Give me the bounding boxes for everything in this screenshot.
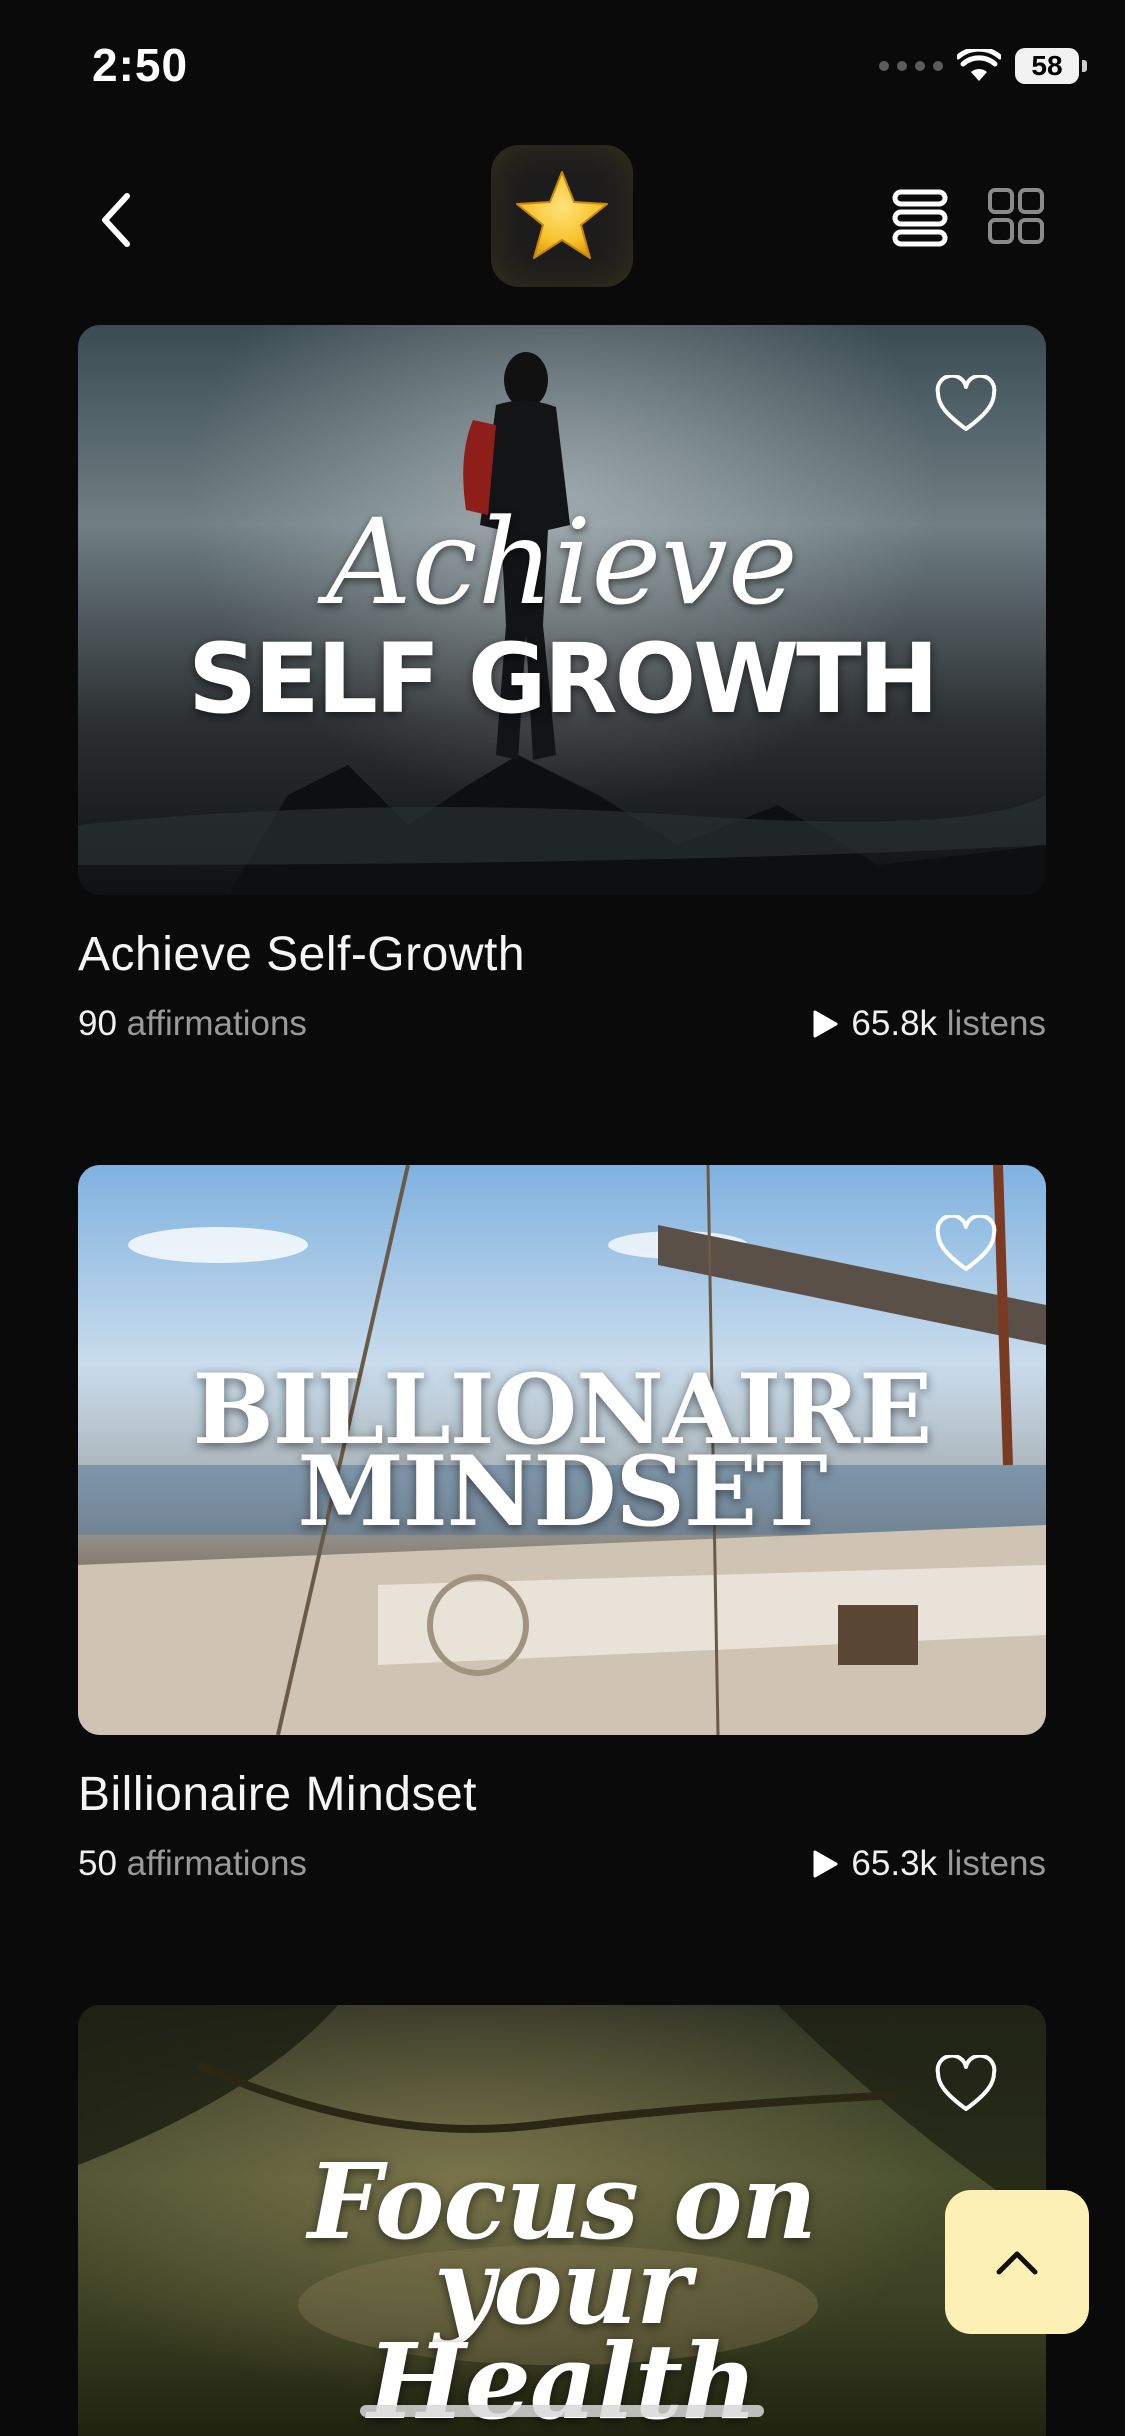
listen-count-value: 65.8k xyxy=(851,1004,938,1043)
listen-count-unit: listens xyxy=(946,1004,1046,1043)
listen-count-unit: listens xyxy=(946,1844,1046,1883)
card-image[interactable]: BILLIONAIRE MINDSET xyxy=(78,1165,1046,1735)
grid-view-icon xyxy=(988,188,1044,244)
home-indicator[interactable] xyxy=(360,2405,764,2417)
wifi-icon xyxy=(957,49,1001,81)
card-title: Achieve Self-Growth xyxy=(78,928,526,981)
card-image-bold-text: SELF GROWTH xyxy=(188,623,939,735)
affirmation-card[interactable]: Focus on your Health xyxy=(78,2005,1046,2436)
favorite-button[interactable] xyxy=(934,373,998,435)
favorite-button[interactable] xyxy=(934,1213,998,1275)
play-icon xyxy=(813,1850,838,1878)
card-title: Billionaire Mindset xyxy=(78,1768,478,1821)
status-icons: 58 xyxy=(879,48,1087,84)
header xyxy=(0,140,1125,310)
affirmation-count: 50 affirmations xyxy=(78,1844,307,1884)
affirmation-count-value: 90 xyxy=(78,1004,117,1043)
status-time: 2:50 xyxy=(92,39,189,91)
affirmation-count-unit: affirmations xyxy=(126,1844,307,1883)
card-image[interactable]: Achieve SELF GROWTH xyxy=(78,325,1046,895)
chevron-up-icon xyxy=(996,2251,1038,2275)
scroll-to-top-button[interactable] xyxy=(945,2190,1089,2334)
affirmation-count: 90 affirmations xyxy=(78,1004,307,1044)
affirmation-count-value: 50 xyxy=(78,1844,117,1883)
back-button[interactable] xyxy=(80,180,150,260)
status-bar: 2:50 58 xyxy=(0,0,1125,140)
category-badge xyxy=(491,145,633,287)
play-icon xyxy=(813,1010,838,1038)
listen-count: 65.8k listens xyxy=(811,1004,1046,1044)
affirmation-count-unit: affirmations xyxy=(126,1004,307,1043)
card-image-script-text: Achieve xyxy=(326,493,798,631)
list-view-button[interactable] xyxy=(890,182,952,252)
card-image[interactable]: Focus on your Health xyxy=(78,2005,1046,2436)
battery-indicator: 58 xyxy=(1015,48,1087,84)
heart-icon xyxy=(935,373,997,431)
favorite-button[interactable] xyxy=(934,2053,998,2115)
listen-count: 65.3k listens xyxy=(811,1844,1046,1884)
heart-icon xyxy=(935,1213,997,1271)
card-meta: 90 affirmations 65.8k listens xyxy=(78,1004,1046,1044)
grid-view-button[interactable] xyxy=(985,182,1047,252)
cellular-signal-icon xyxy=(879,61,943,71)
listen-count-value: 65.3k xyxy=(851,1844,938,1883)
chevron-left-icon xyxy=(102,193,130,247)
card-image-text-line3: Health xyxy=(367,2320,758,2436)
star-icon xyxy=(516,171,608,259)
heart-icon xyxy=(935,2053,997,2111)
affirmation-card[interactable]: BILLIONAIRE MINDSET Billionaire Mindset … xyxy=(78,1165,1046,1884)
list-view-icon xyxy=(892,189,948,247)
card-image-text-line2: MINDSET xyxy=(297,1435,827,1548)
affirmation-card[interactable]: Achieve SELF GROWTH Achieve Self-Growth … xyxy=(78,325,1046,1044)
card-meta: 50 affirmations 65.3k listens xyxy=(78,1844,1046,1884)
